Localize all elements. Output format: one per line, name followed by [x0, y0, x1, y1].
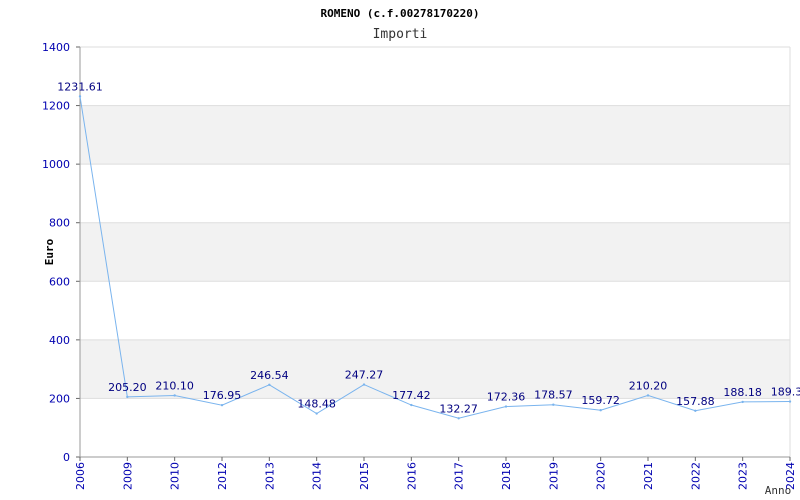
x-tick-label: 2017 [453, 462, 466, 490]
x-tick-label: 2010 [169, 462, 182, 490]
data-label: 159.72 [581, 394, 620, 407]
data-label: 246.54 [250, 369, 289, 382]
data-label: 178.57 [534, 389, 573, 402]
data-point [410, 403, 413, 407]
y-tick-label: 400 [49, 334, 70, 347]
x-tick-label: 2014 [311, 462, 324, 490]
x-tick-label: 2013 [263, 462, 276, 490]
x-tick-label: 2012 [216, 462, 229, 490]
grid-band [80, 222, 790, 282]
y-tick-label: 200 [49, 392, 70, 405]
y-tick-label: 1400 [42, 41, 70, 54]
y-tick-label: 0 [63, 451, 70, 464]
data-point [694, 409, 697, 412]
x-tick-label: 2018 [500, 462, 513, 490]
data-point [741, 400, 744, 404]
data-point [457, 417, 460, 420]
x-tick-label: 2019 [547, 462, 560, 490]
x-tick-label: 2009 [121, 462, 134, 490]
data-label: 189.33 [771, 386, 800, 399]
data-label: 1231.61 [57, 80, 103, 93]
chart-title: ROMENO (c.f.00278170220) [321, 7, 480, 20]
x-tick-label: 2006 [74, 462, 87, 490]
y-axis-label: Euro [43, 238, 56, 265]
x-tick-label: 2021 [642, 462, 655, 490]
data-point [504, 405, 508, 408]
data-point [362, 383, 366, 386]
y-tick-label: 1200 [42, 100, 70, 113]
data-label: 210.10 [155, 379, 194, 392]
data-point [788, 400, 792, 403]
data-point [315, 412, 318, 415]
x-tick-label: 2016 [405, 462, 418, 490]
y-tick-label: 1000 [42, 158, 70, 171]
data-point [268, 383, 271, 386]
data-point [599, 409, 602, 412]
y-tick-label: 800 [49, 217, 70, 230]
x-tick-label: 2023 [737, 462, 750, 490]
x-tick-label: 2024 [784, 462, 797, 490]
data-label: 176.95 [203, 389, 242, 402]
plot-bands [80, 105, 790, 399]
y-tick-label: 600 [49, 275, 70, 288]
x-tick-label: 2022 [689, 462, 702, 490]
x-tick-label: 2015 [358, 462, 371, 490]
data-label: 172.36 [487, 391, 526, 404]
data-point [78, 95, 82, 98]
data-point [646, 394, 650, 397]
grid-band [80, 105, 790, 165]
data-label: 188.18 [723, 386, 762, 399]
chart-subtitle: Importi [373, 27, 428, 42]
data-label: 177.42 [392, 389, 431, 402]
data-label: 210.20 [629, 379, 668, 392]
data-label: 157.88 [676, 395, 715, 408]
line-chart: ROMENO (c.f.00278170220) Importi Euro An… [42, 7, 800, 497]
data-label: 247.27 [345, 369, 384, 382]
data-label: 132.27 [439, 402, 478, 415]
x-tick-label: 2020 [595, 462, 608, 490]
x-tick-labels: 2006 2009 2010 2012 2013 2014 2015 2016 2017 2018… [74, 462, 797, 490]
data-point [126, 395, 129, 399]
data-label: 148.48 [297, 398, 336, 411]
data-label: 205.20 [108, 381, 147, 394]
data-point [220, 403, 224, 407]
data-point [552, 403, 555, 406]
data-point [173, 394, 176, 397]
